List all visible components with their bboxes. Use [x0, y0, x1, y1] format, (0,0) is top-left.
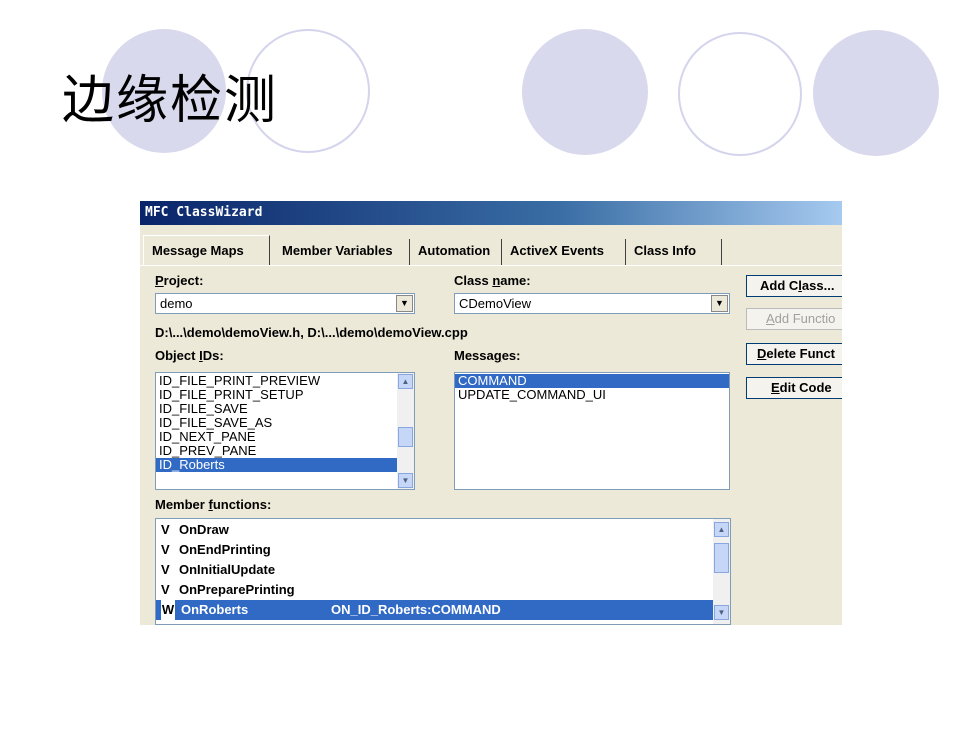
project-label: Project:: [155, 273, 204, 288]
scroll-thumb[interactable]: [714, 543, 729, 573]
tab-class-info[interactable]: Class Info: [626, 239, 722, 265]
list-item-selected[interactable]: COMMAND: [455, 374, 729, 388]
list-item-selected[interactable]: ID_Roberts: [156, 458, 414, 472]
tab-automation[interactable]: Automation: [410, 239, 502, 265]
decor-circle-3: [813, 30, 939, 156]
list-item[interactable]: ID_PREV_PANE: [156, 444, 414, 458]
member-functions-scrollbar[interactable]: ▲ ▼: [713, 519, 730, 624]
table-row[interactable]: V OnEndPrinting: [156, 540, 730, 560]
tab-member-variables[interactable]: Member Variables: [274, 239, 410, 265]
chevron-down-icon[interactable]: ▼: [711, 295, 728, 312]
list-item[interactable]: ID_FILE_SAVE: [156, 402, 414, 416]
scroll-up-icon[interactable]: ▲: [398, 374, 413, 389]
scroll-down-icon[interactable]: ▼: [398, 473, 413, 488]
add-function-button[interactable]: Add Functio: [746, 308, 842, 330]
delete-function-button[interactable]: Delete Funct: [746, 343, 842, 365]
add-class-button[interactable]: Add Class...: [746, 275, 842, 297]
class-name-label: Class name:: [454, 273, 531, 288]
tab-message-maps[interactable]: Message Maps: [143, 235, 270, 266]
list-item[interactable]: ID_FILE_PRINT_SETUP: [156, 388, 414, 402]
virtual-badge: V: [161, 522, 170, 537]
member-functions-label: Member functions:: [155, 497, 272, 512]
object-ids-label: Object IDs:: [155, 348, 224, 363]
tab-divider: [140, 265, 842, 266]
chevron-down-icon[interactable]: ▼: [396, 295, 413, 312]
message-handler-badge: W: [161, 600, 175, 620]
table-row[interactable]: V OnInitialUpdate: [156, 560, 730, 580]
virtual-badge: V: [161, 562, 170, 577]
class-name-combo[interactable]: CDemoView ▼: [454, 293, 730, 314]
class-name-value: CDemoView: [459, 296, 532, 311]
scroll-down-icon[interactable]: ▼: [714, 605, 729, 620]
list-item[interactable]: ID_FILE_PRINT_PREVIEW: [156, 374, 414, 388]
slide-title: 边缘检测: [62, 71, 279, 131]
decor-circle-2: [522, 29, 648, 155]
virtual-badge: V: [161, 542, 170, 557]
file-path: D:\...\demo\demoView.h, D:\...\demo\demo…: [155, 325, 468, 340]
project-value: demo: [160, 296, 193, 311]
messages-list[interactable]: COMMAND UPDATE_COMMAND_UI: [454, 372, 730, 490]
virtual-badge: V: [161, 582, 170, 597]
tab-activex-events[interactable]: ActiveX Events: [502, 239, 626, 265]
list-item[interactable]: ID_NEXT_PANE: [156, 430, 414, 444]
table-row[interactable]: V OnPreparePrinting: [156, 580, 730, 600]
list-item[interactable]: ID_FILE_SAVE_AS: [156, 416, 414, 430]
edit-code-button[interactable]: Edit Code: [746, 377, 842, 399]
object-ids-scrollbar[interactable]: ▲ ▼: [397, 373, 414, 489]
scroll-up-icon[interactable]: ▲: [714, 522, 729, 537]
messages-label: Messages:: [454, 348, 521, 363]
decor-ring-2: [678, 32, 802, 156]
table-row-selected[interactable]: W OnRoberts ON_ID_Roberts:COMMAND: [156, 600, 730, 620]
object-ids-list[interactable]: ID_FILE_PRINT_PREVIEW ID_FILE_PRINT_SETU…: [155, 372, 415, 490]
classwizard-dialog: MFC ClassWizard Message Maps Member Vari…: [140, 201, 842, 625]
scroll-thumb[interactable]: [398, 427, 413, 447]
project-combo[interactable]: demo ▼: [155, 293, 415, 314]
table-row[interactable]: V OnDraw: [156, 520, 730, 540]
member-functions-list[interactable]: V OnDraw V OnEndPrinting V OnInitialUpdate …: [155, 518, 731, 625]
tab-strip: Message Maps Member Variables Automation…: [140, 235, 842, 266]
list-item[interactable]: UPDATE_COMMAND_UI: [455, 388, 729, 402]
window-title-bar[interactable]: MFC ClassWizard: [140, 201, 842, 225]
